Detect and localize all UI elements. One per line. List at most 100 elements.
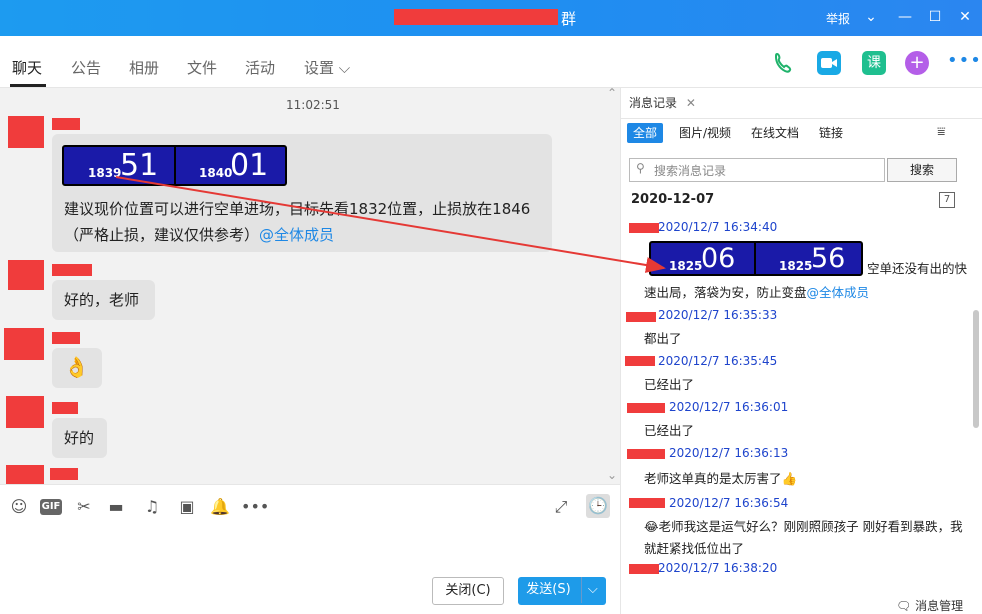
scissors-icon[interactable]: ✂ [74, 497, 94, 517]
history-text-line: 速出局，落袋为安，防止变盘 [644, 285, 807, 300]
tab-settings[interactable]: 设置 ⌵ [304, 57, 350, 78]
redacted-sender [629, 223, 659, 233]
bell-icon[interactable]: 🔔 [210, 497, 230, 517]
ok-hand-emoji: 👌 [64, 355, 89, 379]
scroll-up-icon[interactable]: ⌃ [607, 88, 617, 100]
avatar[interactable] [4, 328, 44, 360]
history-date: 2020-12-07 [631, 192, 715, 207]
message-time: 11:02:51 [286, 98, 340, 112]
avatar[interactable] [8, 260, 44, 290]
price-ticker: 1839 51 1840 01 [62, 145, 287, 186]
tab-notice[interactable]: 公告 [71, 57, 101, 78]
redacted-sender [629, 498, 665, 508]
history-time: 2020/12/7 16:34:40 [658, 220, 778, 234]
composer: ☺ GIF ✂ ▬ ♫ ▣ 🔔 ••• ⤢ 🕒 关闭(C) 发送(S) ⌵ [0, 484, 620, 614]
redacted-sender [625, 356, 655, 366]
maximize-button[interactable]: ☐ [924, 6, 946, 28]
add-app-icon[interactable]: + [905, 51, 929, 75]
close-window-button[interactable]: ✕ [954, 6, 976, 28]
emoji-icon[interactable]: ☺ [9, 497, 29, 517]
calendar-icon[interactable]: 7 [939, 192, 955, 208]
redacted-nickname [52, 402, 78, 414]
message-text: 好的 [64, 429, 95, 447]
ticker-big-2: 01 [230, 148, 269, 183]
message-manager-label: 消息管理 [915, 599, 964, 613]
folder-icon[interactable]: ▬ [106, 497, 126, 517]
redacted-nickname [52, 264, 92, 276]
redacted-nickname [52, 332, 80, 344]
avatar[interactable] [6, 396, 44, 428]
history-text: 已经出了 [644, 423, 695, 438]
avatar[interactable] [8, 116, 44, 148]
tab-album[interactable]: 相册 [129, 57, 159, 78]
close-history-icon[interactable]: ✕ [686, 96, 696, 110]
ticker-small-1: 1839 [88, 166, 122, 180]
redacted-sender [627, 449, 665, 459]
fullscreen-icon[interactable]: ⤢ [551, 497, 571, 517]
filter-links[interactable]: 链接 [813, 123, 849, 143]
ticker-small-1: 1825 [669, 259, 703, 273]
title-bar: 群 举报 ⌄ — ☐ ✕ [0, 0, 982, 36]
history-text: 老师这单真的是太厉害了👍 [644, 471, 798, 486]
message-history-panel: 消息记录 ✕ 全部 图片/视频 在线文档 链接 ⩸ ⚲ 搜索消息记录 搜索 20… [620, 88, 982, 614]
minimize-button[interactable]: — [894, 6, 916, 28]
tab-chat[interactable]: 聊天 [12, 57, 42, 78]
search-button[interactable]: 搜索 [887, 158, 957, 182]
send-button[interactable]: 发送(S) ⌵ [518, 577, 606, 605]
tab-files[interactable]: 文件 [187, 57, 217, 78]
ticker-big-1: 51 [120, 148, 159, 183]
message-input[interactable] [10, 527, 610, 571]
filter-media[interactable]: 图片/视频 [673, 123, 737, 143]
lesson-icon[interactable]: 课 [862, 51, 886, 75]
avatar[interactable] [6, 465, 44, 484]
report-link[interactable]: 举报 [826, 10, 850, 27]
search-icon: ⚲ [636, 161, 645, 175]
history-text: 空单还没有出的快 [867, 261, 968, 276]
send-label: 发送(S) [526, 582, 571, 597]
send-options-icon[interactable]: ⌵ [580, 577, 598, 603]
tab-history[interactable]: 消息记录 ✕ [629, 94, 696, 111]
chevron-down-icon[interactable]: ⌄ [860, 6, 882, 28]
message-bubble: 好的，老师 [52, 280, 155, 320]
tab-activities[interactable]: 活动 [245, 57, 275, 78]
mention-all[interactable]: @全体成员 [259, 226, 334, 244]
ticker-small-2: 1825 [779, 259, 813, 273]
redacted-nickname [52, 118, 80, 130]
message-bubble: 👌 [52, 348, 102, 388]
group-tabs: 聊天 公告 相册 文件 活动 设置 ⌵ 课 + ••• [0, 36, 982, 88]
search-placeholder: 搜索消息记录 [654, 164, 727, 178]
history-clock-icon[interactable]: 🕒 [586, 494, 610, 518]
more-icon[interactable]: ••• [947, 51, 981, 75]
ticker-small-2: 1840 [199, 166, 233, 180]
history-text: 速出局，落袋为安，防止变盘@全体成员 [644, 282, 869, 304]
filter-docs[interactable]: 在线文档 [745, 123, 805, 143]
filter-settings-icon[interactable]: ⩸ [937, 124, 946, 140]
image-icon[interactable]: ▣ [177, 497, 197, 517]
window-title-suffix: 群 [561, 10, 577, 28]
tab-underline [10, 84, 46, 87]
history-time: 2020/12/7 16:35:45 [658, 354, 778, 368]
message-bubble: 好的 [52, 418, 107, 458]
history-text: 😂老师我这是运气好么？刚刚照顾孩子 刚好看到暴跌，我就赶紧找低位出了 [644, 519, 963, 556]
history-time: 2020/12/7 16:36:13 [669, 446, 789, 460]
chat-area[interactable]: 11:02:51 ⌃ 建议现价位置可以进行空单进场，目标先看1832位置，止损放… [0, 88, 620, 484]
video-call-icon[interactable] [817, 51, 841, 75]
history-text: 已经出了 [644, 377, 695, 392]
history-scrollbar[interactable] [973, 310, 979, 428]
history-time: 2020/12/7 16:36:01 [669, 400, 789, 414]
filter-all[interactable]: 全部 [627, 123, 664, 143]
phone-icon[interactable] [772, 51, 796, 75]
message-manager-link[interactable]: 🗨 消息管理 [896, 597, 963, 614]
mention-all[interactable]: @全体成员 [807, 285, 870, 300]
redacted-sender [627, 403, 665, 413]
scroll-down-icon[interactable]: ⌄ [607, 468, 617, 482]
more-tools-icon[interactable]: ••• [241, 497, 269, 517]
history-time: 2020/12/7 16:35:33 [658, 308, 778, 322]
music-icon[interactable]: ♫ [142, 497, 162, 517]
history-text: 都出了 [644, 331, 682, 346]
redacted-sender [629, 564, 659, 574]
ticker-big-1: 06 [701, 243, 736, 274]
gif-icon[interactable]: GIF [40, 499, 62, 515]
close-button[interactable]: 关闭(C) [432, 577, 504, 605]
history-search-input[interactable]: ⚲ 搜索消息记录 [629, 158, 885, 182]
